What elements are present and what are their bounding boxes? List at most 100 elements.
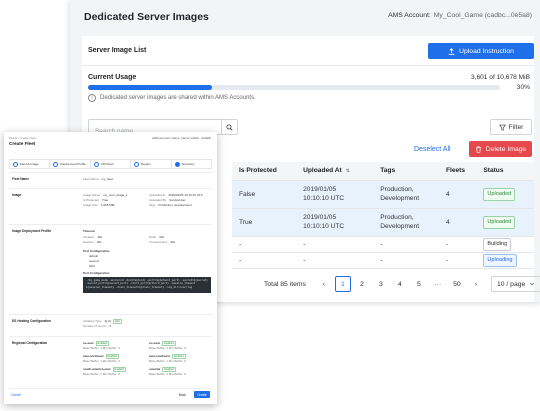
card-title: Server Image List bbox=[88, 47, 147, 54]
section-heading: Image bbox=[12, 193, 22, 197]
kv-uploaded-by: Uploaded By ServiceUser bbox=[149, 198, 186, 202]
table-header-row: Is Protected Uploaded At ⇅ Tags Fleets St… bbox=[232, 162, 534, 181]
cell-fleets: - bbox=[438, 252, 477, 269]
port-heading: Port Configuration bbox=[83, 249, 110, 253]
pagination: Total 85 items ‹ 1 2 3 4 5 ··· 50 › 10 /… bbox=[264, 276, 540, 292]
step-region[interactable]: Region bbox=[131, 160, 172, 168]
pagination-page-3[interactable]: 3 bbox=[373, 276, 389, 292]
edit-badge[interactable]: Edit bbox=[113, 319, 122, 324]
status-badge: Uploaded bbox=[483, 187, 516, 201]
cell-uploaded: - bbox=[296, 236, 374, 253]
cell-tags: - bbox=[373, 236, 439, 253]
region-item: us-east Enabled Base Buffer: 1 Min Buffer:… bbox=[83, 341, 120, 350]
usage-percent: 30% bbox=[516, 84, 530, 91]
col-uploaded-at[interactable]: Uploaded At ⇅ bbox=[296, 162, 374, 181]
upload-instruction-label: Upload Instruction bbox=[459, 47, 514, 55]
pagination-page-4[interactable]: 4 bbox=[392, 276, 408, 292]
status-badge: Uploaded bbox=[483, 215, 516, 229]
delete-image-button[interactable]: Delete Image bbox=[469, 141, 532, 157]
ams-account-value[interactable]: My_Cool_Game (cadbc...0e5a8) bbox=[434, 12, 532, 19]
ams-account: AMS Account: My_Cool_Game (cadbc...0e5a8) bbox=[388, 12, 532, 19]
pagination-page-5[interactable]: 5 bbox=[411, 276, 427, 292]
table-row[interactable]: - - - - Building bbox=[232, 236, 534, 253]
port-item: default bbox=[89, 254, 99, 258]
form-footer: Cancel Back Create bbox=[9, 388, 212, 398]
kv-drain: Drain 30s bbox=[149, 235, 165, 239]
create-button[interactable]: Create bbox=[194, 391, 210, 398]
step-check-icon bbox=[53, 161, 59, 167]
pagination-ellipsis[interactable]: ··· bbox=[430, 276, 446, 292]
usage-value: 3,601 of 10,678 MiB bbox=[470, 74, 530, 81]
kv-unresponsive: Unresponsive 30s bbox=[149, 240, 176, 244]
section-hosting: DS Hosting Configuration Instance Type fg… bbox=[9, 314, 212, 336]
filter-button[interactable]: Filter bbox=[490, 119, 532, 135]
filter-icon bbox=[498, 124, 506, 131]
region-item: asia-northeast Enabled Base Buffer: 1 Min … bbox=[83, 354, 120, 363]
kv-image-size: Image Size 1,065 MiB bbox=[83, 203, 115, 207]
section-regional: Regional Configuration us-east Enabled Bas… bbox=[9, 336, 212, 388]
pagination-page-2[interactable]: 2 bbox=[354, 276, 370, 292]
cell-status: Uploaded bbox=[476, 208, 534, 237]
step-deployment-profile[interactable]: Deployment Profile bbox=[50, 160, 91, 168]
kv-session: Session 30s bbox=[83, 240, 102, 244]
step-summary[interactable]: Summary bbox=[172, 160, 211, 168]
pagination-prev-button[interactable]: ‹ bbox=[316, 276, 332, 292]
create-fleet-window: Fleets / Create Fleet Create Fleet AMS A… bbox=[4, 132, 217, 404]
pagination-page-1[interactable]: 1 bbox=[334, 276, 351, 292]
table-row[interactable]: False 2019/01/05 10:10:10 UTC Production,… bbox=[232, 180, 534, 209]
cell-tags: - bbox=[373, 252, 439, 269]
command-heading: Port Configuration bbox=[83, 271, 110, 275]
trash-icon bbox=[475, 145, 481, 153]
region-item: us-west Enabled Base Buffer: 1 Min Buffer:… bbox=[149, 341, 186, 350]
section-image: Image Image Name my_cool_image_1 Is Prote… bbox=[9, 188, 212, 224]
ams-account[interactable]: AMS Account: Name_Name (cadbc...0e5a8) bbox=[152, 136, 211, 140]
section-heading: Fleet Name bbox=[12, 177, 30, 181]
card-header: Server Image List Upload Instruction bbox=[82, 36, 534, 66]
wizard-steps: Fleet & Image Deployment Profile VM Size… bbox=[9, 159, 212, 169]
cell-status: Uploading bbox=[476, 252, 534, 269]
deselect-all-link[interactable]: Deselect All bbox=[414, 146, 451, 153]
section-deployment-profile: Image Deployment Profile Timeout Creatio… bbox=[9, 224, 212, 314]
port-item: third bbox=[89, 264, 95, 268]
cell-uploaded: - bbox=[296, 252, 374, 269]
step-check-icon bbox=[13, 161, 18, 167]
sort-icon[interactable]: ⇅ bbox=[346, 168, 350, 174]
breadcrumb[interactable]: Fleets / Create Fleet bbox=[9, 136, 36, 140]
cell-tags: Production, Development bbox=[373, 180, 439, 209]
timeout-heading: Timeout bbox=[83, 229, 95, 233]
section-heading: DS Hosting Configuration bbox=[12, 319, 51, 323]
step-current-icon bbox=[174, 161, 180, 167]
step-fleet-image[interactable]: Fleet & Image bbox=[10, 160, 51, 168]
cell-fleets: - bbox=[438, 236, 477, 253]
col-fleets[interactable]: Fleets bbox=[438, 162, 477, 181]
col-status[interactable]: Status bbox=[476, 162, 534, 181]
table-row[interactable]: True 2019/01/05 10:10:10 UTC Production, D… bbox=[232, 208, 534, 237]
region-item: asia-southeast Enabled Base Buffer: 1 Min … bbox=[149, 354, 186, 363]
cell-fleets: 4 bbox=[438, 208, 477, 237]
ams-account-label: AMS Account: bbox=[388, 12, 431, 19]
region-item: oceania Enabled Base Buffer: 1 Min Buffer:… bbox=[149, 367, 186, 376]
pagination-next-button[interactable]: › bbox=[468, 276, 484, 292]
cell-protected: - bbox=[232, 236, 297, 253]
usage-progress-bar bbox=[88, 85, 500, 90]
kv-server-count: Number of server 3 bbox=[83, 324, 111, 328]
page-size-value: 10 / page bbox=[496, 280, 526, 288]
status-badge: Uploading bbox=[483, 253, 517, 267]
kv-creation: Creation 30s bbox=[83, 235, 103, 239]
images-table: Is Protected Uploaded At ⇅ Tags Fleets St… bbox=[232, 162, 534, 269]
cell-protected: - bbox=[232, 252, 297, 269]
page-size-select[interactable]: 10 / page bbox=[490, 276, 540, 292]
col-tags[interactable]: Tags bbox=[373, 162, 439, 181]
step-vm-sizes[interactable]: VM Sizes bbox=[91, 160, 132, 168]
delete-image-label: Delete Image bbox=[485, 145, 527, 153]
cell-protected: False bbox=[232, 180, 297, 209]
search-button[interactable] bbox=[221, 120, 237, 134]
kv-is-protected: Is Protected True bbox=[83, 198, 109, 202]
cell-uploaded: 2019/01/05 10:10:10 UTC bbox=[296, 180, 374, 209]
table-row[interactable]: - - - - Uploading bbox=[232, 252, 534, 269]
col-is-protected[interactable]: Is Protected bbox=[232, 162, 297, 181]
cancel-button[interactable]: Cancel bbox=[11, 393, 21, 397]
back-button[interactable]: Back bbox=[179, 393, 186, 397]
pagination-page-last[interactable]: 50 bbox=[449, 276, 465, 292]
upload-instruction-button[interactable]: Upload Instruction bbox=[428, 43, 534, 59]
